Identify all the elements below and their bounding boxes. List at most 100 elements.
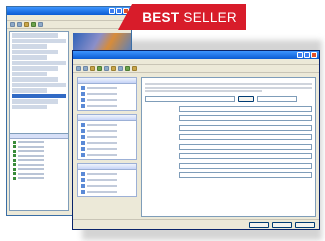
toolbar-button-icon[interactable] (90, 66, 95, 71)
nav-item[interactable] (81, 123, 133, 127)
nav-item-label (87, 105, 117, 107)
dialog-button[interactable] (249, 222, 269, 228)
tree-item[interactable] (12, 104, 47, 109)
tree-item[interactable] (12, 60, 66, 65)
maximize-icon[interactable] (304, 52, 310, 58)
list-item[interactable] (13, 145, 65, 148)
tree-item[interactable] (12, 33, 59, 38)
nav-item-label (87, 148, 117, 150)
tree-item[interactable] (12, 38, 66, 43)
nav-item-label (87, 130, 117, 132)
list-item[interactable] (13, 167, 65, 171)
list-item[interactable] (13, 140, 65, 144)
nav-group-header[interactable] (78, 115, 136, 121)
list-item[interactable] (13, 176, 65, 180)
settings-form-panel (141, 77, 316, 217)
nav-item-label (87, 93, 117, 95)
file-picker-row (145, 96, 312, 102)
toolbar-button-icon[interactable] (118, 66, 123, 71)
tree-item[interactable] (12, 71, 47, 76)
nav-item[interactable] (81, 129, 133, 133)
text-field[interactable] (179, 134, 312, 140)
dialog-button[interactable] (295, 222, 315, 228)
item-icon (81, 135, 85, 139)
nav-item[interactable] (81, 147, 133, 151)
text-field[interactable] (179, 115, 312, 121)
item-icon (13, 176, 16, 180)
list-item[interactable] (13, 172, 65, 175)
text-field[interactable] (179, 124, 312, 131)
minimize-icon[interactable] (297, 52, 303, 58)
text-field[interactable] (179, 143, 312, 150)
nav-item[interactable] (81, 135, 133, 139)
item-icon (13, 158, 16, 162)
form-row (145, 105, 312, 112)
nav-item[interactable] (81, 178, 133, 182)
list-item[interactable] (13, 154, 65, 157)
tree-item[interactable] (12, 99, 59, 104)
nav-item-label (87, 191, 117, 193)
toolbar-button-icon[interactable] (132, 66, 137, 71)
tree-item[interactable] (12, 88, 47, 93)
minimize-icon[interactable] (109, 8, 115, 14)
form-description-line (145, 86, 312, 89)
banner-word-best: BEST (142, 9, 180, 25)
item-icon (81, 92, 85, 96)
toolbar-button-icon[interactable] (97, 66, 102, 71)
back-window-titlebar[interactable] (7, 7, 131, 15)
tree-item[interactable] (12, 49, 59, 54)
nav-item[interactable] (81, 153, 133, 157)
item-icon (81, 172, 85, 176)
nav-item[interactable] (81, 172, 133, 176)
maximize-icon[interactable] (116, 8, 122, 14)
toolbar-button-icon[interactable] (10, 22, 15, 27)
nav-item-label (87, 136, 117, 138)
toolbar-button-icon[interactable] (83, 66, 88, 71)
secondary-field[interactable] (257, 96, 297, 102)
tree-item[interactable] (12, 66, 59, 71)
tree-item[interactable] (12, 55, 47, 60)
close-icon[interactable] (311, 52, 317, 58)
front-window-titlebar[interactable] (73, 51, 319, 59)
navigation-pane (77, 77, 137, 217)
text-field[interactable] (179, 153, 312, 159)
item-icon (81, 98, 85, 102)
path-field[interactable] (145, 96, 235, 102)
dialog-button[interactable] (272, 222, 292, 228)
item-icon (81, 147, 85, 151)
nav-item[interactable] (81, 92, 133, 96)
nav-item[interactable] (81, 104, 133, 108)
tree-item[interactable] (12, 77, 59, 82)
toolbar-button-icon[interactable] (125, 66, 130, 71)
form-description-line (145, 90, 262, 92)
back-lower-panel-header (10, 134, 68, 139)
nav-item[interactable] (81, 184, 133, 188)
nav-group (77, 114, 137, 160)
nav-item[interactable] (81, 98, 133, 102)
text-field[interactable] (179, 105, 312, 112)
toolbar-button-icon[interactable] (17, 22, 22, 27)
text-field[interactable] (179, 162, 312, 169)
toolbar-button-icon[interactable] (76, 66, 81, 71)
item-icon (13, 154, 16, 157)
nav-item[interactable] (81, 190, 133, 194)
toolbar-button-icon[interactable] (104, 66, 109, 71)
toolbar-button-icon[interactable] (31, 22, 36, 27)
tree-item-selected[interactable] (12, 93, 66, 98)
toolbar-button-icon[interactable] (24, 22, 29, 27)
toolbar-button-icon[interactable] (111, 66, 116, 71)
text-field[interactable] (179, 172, 312, 178)
nav-item-label (87, 185, 117, 187)
browse-button[interactable] (238, 96, 254, 102)
list-item[interactable] (13, 158, 65, 162)
nav-group-header[interactable] (78, 164, 136, 170)
nav-item[interactable] (81, 141, 133, 145)
nav-group-header[interactable] (78, 78, 136, 84)
list-item[interactable] (13, 149, 65, 153)
list-item[interactable] (13, 163, 65, 166)
item-icon (81, 104, 85, 108)
tree-item[interactable] (12, 82, 66, 87)
toolbar-button-icon[interactable] (38, 22, 43, 27)
nav-item[interactable] (81, 86, 133, 90)
tree-item[interactable] (12, 44, 47, 49)
